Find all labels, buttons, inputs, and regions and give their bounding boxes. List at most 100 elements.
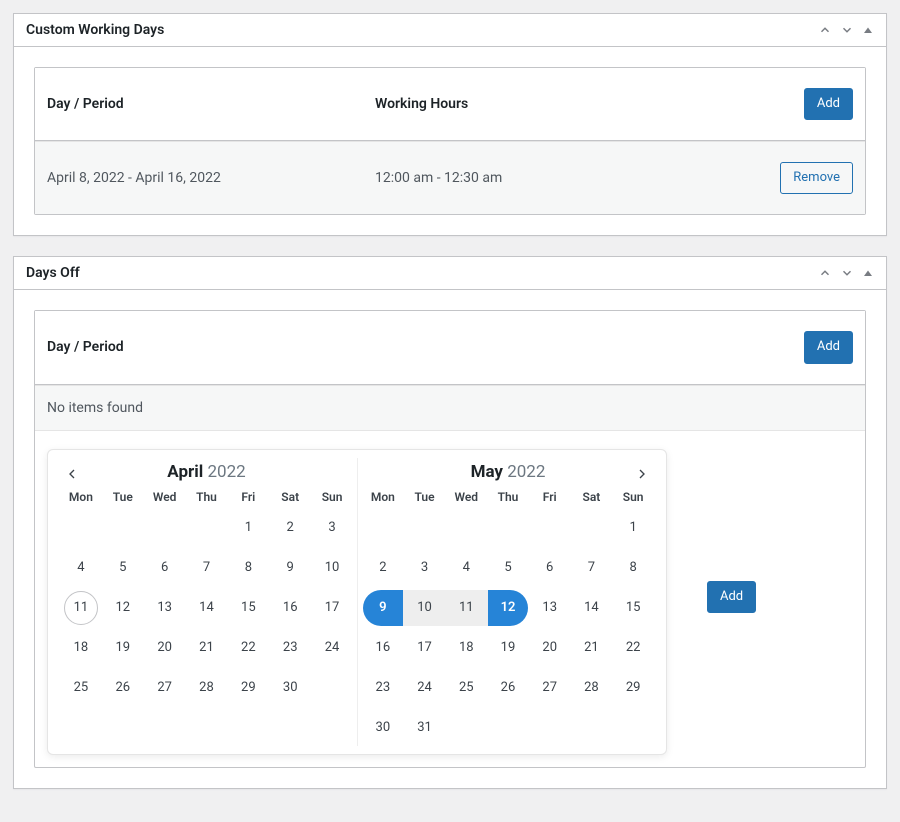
calendar-day[interactable]: 14 [571, 590, 613, 626]
move-down-icon[interactable] [840, 266, 854, 280]
panel-actions [818, 23, 874, 37]
add-day-off-button[interactable]: Add [804, 331, 853, 363]
calendar-day-empty [571, 710, 613, 746]
calendar-day-empty [404, 510, 446, 546]
calendar-day[interactable]: 26 [487, 670, 529, 706]
calendar-day[interactable]: 2 [269, 510, 311, 546]
calendar-day[interactable]: 30 [362, 710, 404, 746]
calendar-day[interactable]: 8 [612, 550, 654, 586]
calendar-day[interactable]: 22 [612, 630, 654, 666]
calendar-day[interactable]: 20 [529, 630, 571, 666]
calendar-day-empty [362, 510, 404, 546]
days-off-panel: Days Off Day / Period Add [13, 256, 887, 788]
calendar-day[interactable]: 10 [311, 550, 353, 586]
calendar-day[interactable]: 14 [186, 590, 228, 626]
calendar-day[interactable]: 27 [144, 670, 186, 706]
calendar-day[interactable]: 4 [60, 550, 102, 586]
prev-month-icon[interactable] [62, 464, 82, 484]
col-header-hours: Working Hours [375, 96, 733, 112]
calendar-day-empty [60, 510, 102, 546]
add-range-button[interactable]: Add [707, 581, 756, 613]
calendar-day[interactable]: 19 [102, 630, 144, 666]
calendar-day[interactable]: 1 [227, 510, 269, 546]
panel-title: Days Off [26, 265, 80, 281]
move-up-icon[interactable] [818, 23, 832, 37]
calendar-day[interactable]: 3 [311, 510, 353, 546]
move-up-icon[interactable] [818, 266, 832, 280]
calendar-day[interactable]: 2 [362, 550, 404, 586]
calendar-day[interactable]: 18 [60, 630, 102, 666]
calendar-day[interactable]: 6 [529, 550, 571, 586]
calendar-day[interactable]: 24 [404, 670, 446, 706]
panel-actions [818, 266, 874, 280]
calendar-day[interactable]: 11 [445, 590, 487, 626]
calendar-day[interactable]: 8 [227, 550, 269, 586]
calendar-day[interactable]: 31 [404, 710, 446, 746]
calendar-day[interactable]: 17 [311, 590, 353, 626]
calendar-day[interactable]: 23 [269, 630, 311, 666]
weekday-label: Sun [311, 490, 353, 504]
calendar-day[interactable]: 5 [102, 550, 144, 586]
calendar-day[interactable]: 24 [311, 630, 353, 666]
calendar-day[interactable]: 18 [445, 630, 487, 666]
remove-button[interactable]: Remove [780, 162, 853, 194]
date-range-picker: April 2022MonTueWedThuFriSatSun123456789… [47, 449, 667, 755]
calendar-day[interactable]: 30 [269, 670, 311, 706]
calendar-day[interactable]: 25 [445, 670, 487, 706]
calendar-month-label: April 2022 [60, 458, 353, 486]
calendar-day[interactable]: 23 [362, 670, 404, 706]
calendar-day[interactable]: 12 [102, 590, 144, 626]
calendar-day[interactable]: 20 [144, 630, 186, 666]
calendar-day[interactable]: 10 [404, 590, 446, 626]
calendar-day[interactable]: 22 [227, 630, 269, 666]
calendar-day[interactable]: 1 [612, 510, 654, 546]
calendar-day[interactable]: 29 [227, 670, 269, 706]
calendar-day[interactable]: 9 [269, 550, 311, 586]
calendar-day-empty [487, 710, 529, 746]
panel-title: Custom Working Days [26, 22, 164, 38]
calendar-day[interactable]: 16 [269, 590, 311, 626]
calendar-day[interactable]: 27 [529, 670, 571, 706]
calendar-month: April 2022MonTueWedThuFriSatSun123456789… [56, 458, 357, 746]
calendar-day-empty [311, 670, 353, 706]
move-down-icon[interactable] [840, 23, 854, 37]
working-days-table: Day / Period Working Hours Add April 8, … [34, 67, 866, 215]
calendar-day[interactable]: 26 [102, 670, 144, 706]
calendar-day[interactable]: 29 [612, 670, 654, 706]
panel-body: Day / Period Add No items found A [14, 290, 886, 787]
calendar-day[interactable]: 17 [404, 630, 446, 666]
calendar-day[interactable]: 21 [571, 630, 613, 666]
calendar-day[interactable]: 16 [362, 630, 404, 666]
calendar-day[interactable]: 5 [487, 550, 529, 586]
calendar-day[interactable]: 7 [186, 550, 228, 586]
calendar-day[interactable]: 13 [529, 590, 571, 626]
calendar-day[interactable]: 15 [612, 590, 654, 626]
add-working-day-button[interactable]: Add [804, 88, 853, 120]
calendar-day[interactable]: 9 [362, 590, 404, 626]
calendar-month-label: May 2022 [362, 458, 654, 486]
weekday-label: Thu [487, 490, 529, 504]
calendar-day[interactable]: 3 [404, 550, 446, 586]
calendar-day[interactable]: 19 [487, 630, 529, 666]
calendar-day[interactable]: 7 [571, 550, 613, 586]
calendar-day[interactable]: 12 [487, 590, 529, 626]
collapse-icon[interactable] [862, 267, 874, 279]
calendar-day[interactable]: 11 [60, 590, 102, 626]
calendar-day-empty [144, 510, 186, 546]
calendar-day[interactable]: 28 [571, 670, 613, 706]
calendar-day[interactable]: 25 [60, 670, 102, 706]
calendar-day-empty [487, 510, 529, 546]
calendar-day[interactable]: 4 [445, 550, 487, 586]
calendar-day[interactable]: 15 [227, 590, 269, 626]
weekday-row: MonTueWedThuFriSatSun [362, 486, 654, 510]
next-month-icon[interactable] [632, 464, 652, 484]
calendar-day[interactable]: 13 [144, 590, 186, 626]
calendar-day-empty [571, 510, 613, 546]
calendar-day[interactable]: 21 [186, 630, 228, 666]
calendar-day[interactable]: 28 [186, 670, 228, 706]
weekday-label: Wed [144, 490, 186, 504]
calendar-day[interactable]: 6 [144, 550, 186, 586]
weekday-label: Sun [612, 490, 654, 504]
collapse-icon[interactable] [862, 24, 874, 36]
weekday-label: Tue [102, 490, 144, 504]
